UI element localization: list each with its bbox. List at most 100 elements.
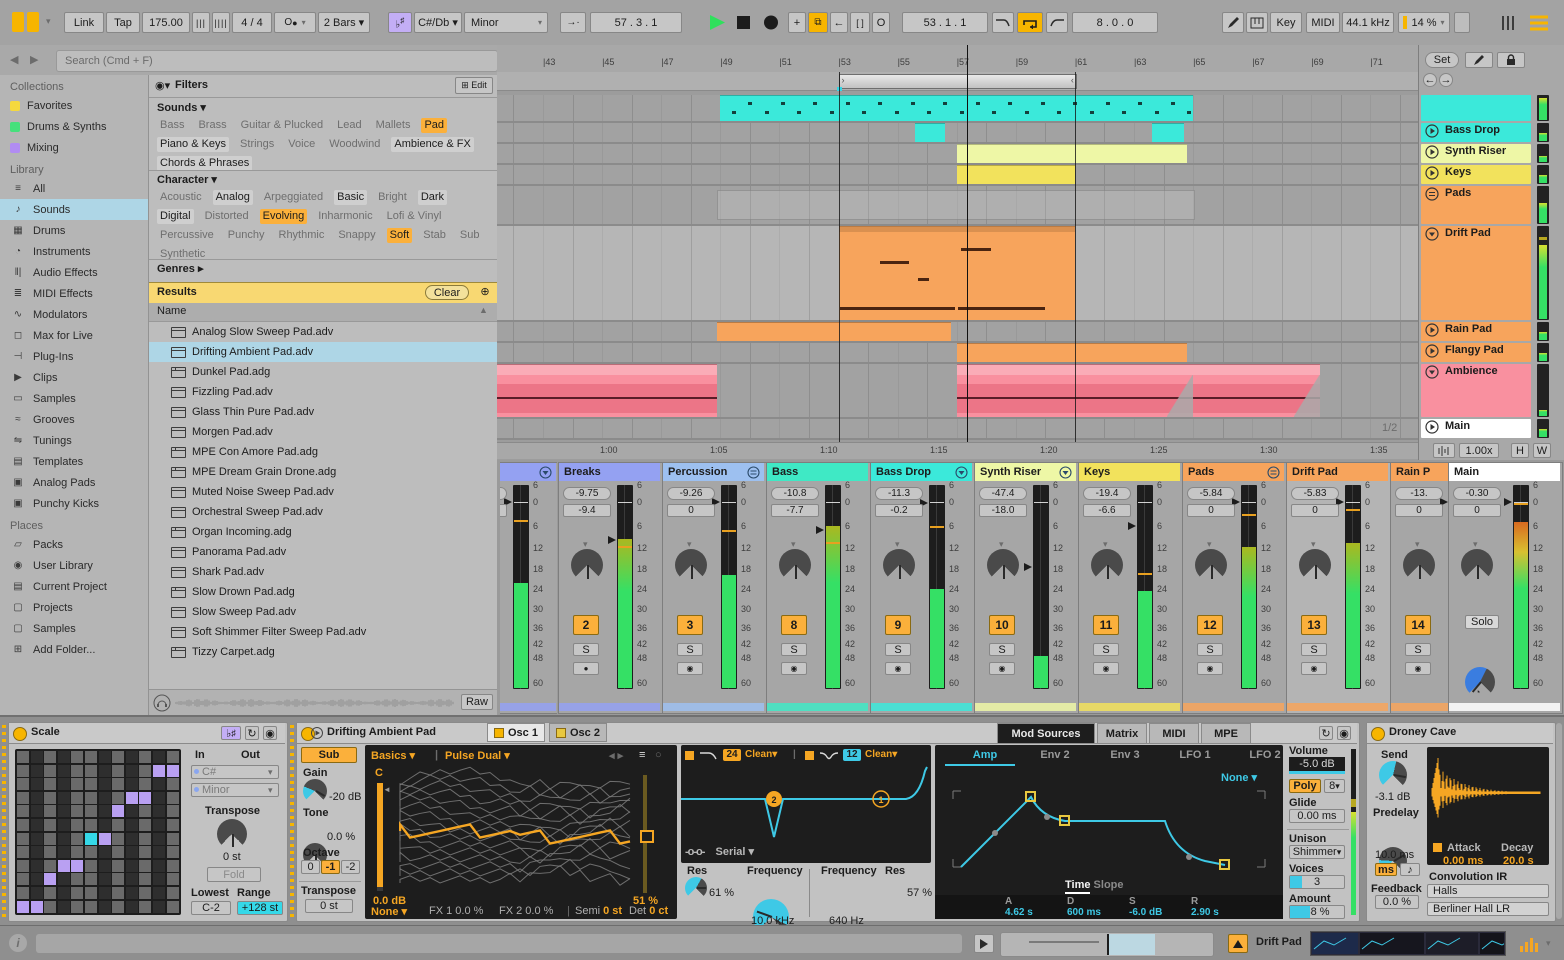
track-lane-drums[interactable]	[497, 95, 1418, 123]
sidebar-item-punchy-kicks[interactable]: ▣ Punchy Kicks	[0, 493, 148, 514]
mixer-strip-pads[interactable]: Pads 6 0 6 12 18 24 30 36 42 48 60 -5.84 0 ▾ 12 S ◉	[1182, 462, 1287, 714]
overview-toggle-icon[interactable]	[1433, 443, 1455, 458]
poly-voices-select[interactable]: 8 ▾	[1324, 779, 1345, 793]
osc-dest-select[interactable]: None ▾	[371, 905, 419, 918]
key-signature-icon[interactable]: ♭♯	[388, 12, 412, 33]
adsr-s[interactable]: S -6.0 dB	[1129, 896, 1185, 918]
track-number-activator[interactable]: 2	[573, 615, 599, 635]
cue-volume-knob[interactable]: ◔	[1465, 667, 1495, 697]
marker-loop-icon[interactable]: O	[872, 12, 890, 33]
clip[interactable]	[956, 165, 1075, 184]
gain-knob[interactable]	[303, 779, 327, 803]
adsr-d[interactable]: D 600 ms	[1067, 896, 1123, 918]
track-number-activator[interactable]: 8	[781, 615, 807, 635]
result-item[interactable]: Morgen Pad.adv	[149, 422, 497, 442]
mixer-track-title[interactable]: ms	[500, 463, 556, 481]
tab-mpe[interactable]: MPE	[1201, 723, 1251, 744]
sidebar-item-clips[interactable]: ▶ Clips	[0, 367, 148, 388]
filter-tag-distorted[interactable]: Distorted	[202, 209, 252, 224]
filter-tag-stab[interactable]: Stab	[420, 228, 449, 243]
loop-length-field[interactable]: 8 . 0 . 0	[1072, 12, 1158, 33]
solo-button[interactable]: S	[1405, 643, 1431, 656]
play-circle-icon[interactable]	[1425, 124, 1439, 138]
track-lane-ambience[interactable]: ...	[497, 364, 1418, 419]
computer-midi-keyboard-button[interactable]	[1246, 12, 1268, 33]
track-lane-bass-drop[interactable]	[497, 123, 1418, 144]
sidebar-item-plug-ins[interactable]: ⊣ Plug-Ins	[0, 346, 148, 367]
filter2-activator[interactable]	[805, 751, 814, 760]
drift-title-bar[interactable]: Drifting Ambient Pad Osc 1 Osc 2 Mod Source…	[297, 723, 1357, 744]
preview-headphone-icon[interactable]	[153, 694, 171, 712]
scrub-area[interactable]: › ‹	[497, 72, 1418, 91]
prev-marker-button[interactable]: ←	[1423, 73, 1437, 87]
track-lane-flangy-pad[interactable]	[497, 343, 1418, 364]
zoom-height-button[interactable]: H	[1511, 443, 1529, 458]
solo-button[interactable]: S	[781, 643, 807, 656]
groove-amount-icon[interactable]: |||	[192, 12, 210, 33]
browser-forward-icon[interactable]: ▶	[30, 53, 44, 67]
filter-routing-row[interactable]: -o-o- Serial ▾	[685, 845, 927, 859]
filter-tag-acoustic[interactable]: Acoustic	[157, 190, 205, 205]
filter1-res-knob[interactable]	[685, 877, 707, 899]
transpose-value[interactable]: 0 st	[305, 899, 353, 913]
set-time-button[interactable]: Set	[1425, 52, 1459, 68]
solo-button[interactable]: S	[573, 643, 599, 656]
volume-field[interactable]: 0	[1453, 504, 1501, 517]
overview-viewport[interactable]	[1107, 934, 1155, 955]
result-item[interactable]: Shark Pad.adv	[149, 562, 497, 582]
track-number-activator[interactable]: 13	[1301, 615, 1327, 635]
peak-level-field[interactable]: -11.3	[875, 487, 923, 500]
volume-field[interactable]: -18.0	[979, 504, 1027, 517]
filter-tag-guitar-plucked[interactable]: Guitar & Plucked	[238, 118, 327, 133]
track-lane-synth-riser[interactable]	[497, 144, 1418, 165]
arm-button[interactable]: ◉	[677, 662, 703, 675]
sidebar-item-midi-effects[interactable]: ≣ MIDI Effects	[0, 283, 148, 304]
track-number-activator[interactable]: 9	[885, 615, 911, 635]
volume-marker[interactable]	[1503, 497, 1513, 507]
pan-knob[interactable]	[883, 549, 915, 581]
solo-button[interactable]: S	[1301, 643, 1327, 656]
punch-out-icon[interactable]	[1046, 12, 1068, 33]
track-header-drums-group[interactable]	[1421, 95, 1531, 121]
mixer-strip-keys[interactable]: Keys 6 0 6 12 18 24 30 36 42 48 60 -19.4 -6.6 ▾ 11 S ◉	[1078, 462, 1183, 714]
sidebar-item-templates[interactable]: ▤ Templates	[0, 451, 148, 472]
pan-knob[interactable]	[779, 549, 811, 581]
sort-icon[interactable]: ▲	[479, 305, 493, 319]
track-header-keys[interactable]: Keys	[1421, 165, 1531, 184]
pan-knob[interactable]	[1195, 549, 1227, 581]
midi-map-mode-button[interactable]: MIDI	[1306, 12, 1340, 33]
lock-envelopes-button[interactable]	[1497, 52, 1525, 68]
chevron-circle-icon[interactable]	[955, 465, 968, 479]
cpu-meter[interactable]: 14 % ▾	[1398, 12, 1450, 33]
play-circle-icon[interactable]	[1425, 145, 1439, 159]
volume-field[interactable]: -0.2	[875, 504, 923, 517]
beat-time-ruler[interactable]: |43 |45 |47 |49 |51 |53 |55 |57 |59 |61 |63 |65 |67 |…	[497, 45, 1418, 73]
fx2-value[interactable]: FX 2 0.0 %	[499, 905, 565, 917]
scale-title-bar[interactable]: Scale ♭ ♯ ↻ ◉	[9, 723, 285, 744]
menu-circle-icon[interactable]	[1267, 465, 1280, 479]
chain-play-icon[interactable]	[974, 934, 994, 953]
volume-field[interactable]: -5.0 dB	[1289, 757, 1345, 774]
track-number-activator[interactable]: 10	[989, 615, 1015, 635]
sidebar-item-instruments[interactable]: ◔ Instruments	[0, 241, 148, 262]
device-chain-thumbnails[interactable]	[1310, 931, 1506, 956]
result-item[interactable]: Organ Incoming.adg	[149, 522, 497, 542]
metronome-button[interactable]: O ● ▾	[274, 12, 316, 33]
filter-tag-snappy[interactable]: Snappy	[335, 228, 378, 243]
mixer-strip-ms[interactable]: ms6061218243036424860-9.31-1.0▾1S◉	[500, 462, 557, 714]
stop-button[interactable]	[733, 13, 755, 32]
volume-field[interactable]: -1.0	[500, 504, 507, 517]
meter-menu-chevron-icon[interactable]: ▾	[1546, 938, 1558, 950]
tab-matrix[interactable]: Matrix	[1097, 723, 1147, 744]
glide-value[interactable]: 0.00 ms	[1289, 809, 1345, 823]
track-header-pads[interactable]: Pads	[1421, 186, 1531, 224]
key-root-selector[interactable]: C#/Db ▾	[414, 12, 462, 33]
tempo-field[interactable]: 175.00	[142, 12, 190, 33]
track-number-activator[interactable]: 11	[1093, 615, 1119, 635]
filter-tag-mallets[interactable]: Mallets	[373, 118, 414, 133]
filter-tag-percussive[interactable]: Percussive	[157, 228, 217, 243]
track-number-activator[interactable]: 14	[1405, 615, 1431, 635]
clip[interactable]	[956, 343, 1188, 362]
filter-tag-chords-phrases[interactable]: Chords & Phrases	[157, 156, 253, 171]
mixer-strip-percussion[interactable]: Percussion 6 0 6 12 18 24 30 36 42 48 60 -9.26 0 ▾ 3 S ◉	[662, 462, 767, 714]
